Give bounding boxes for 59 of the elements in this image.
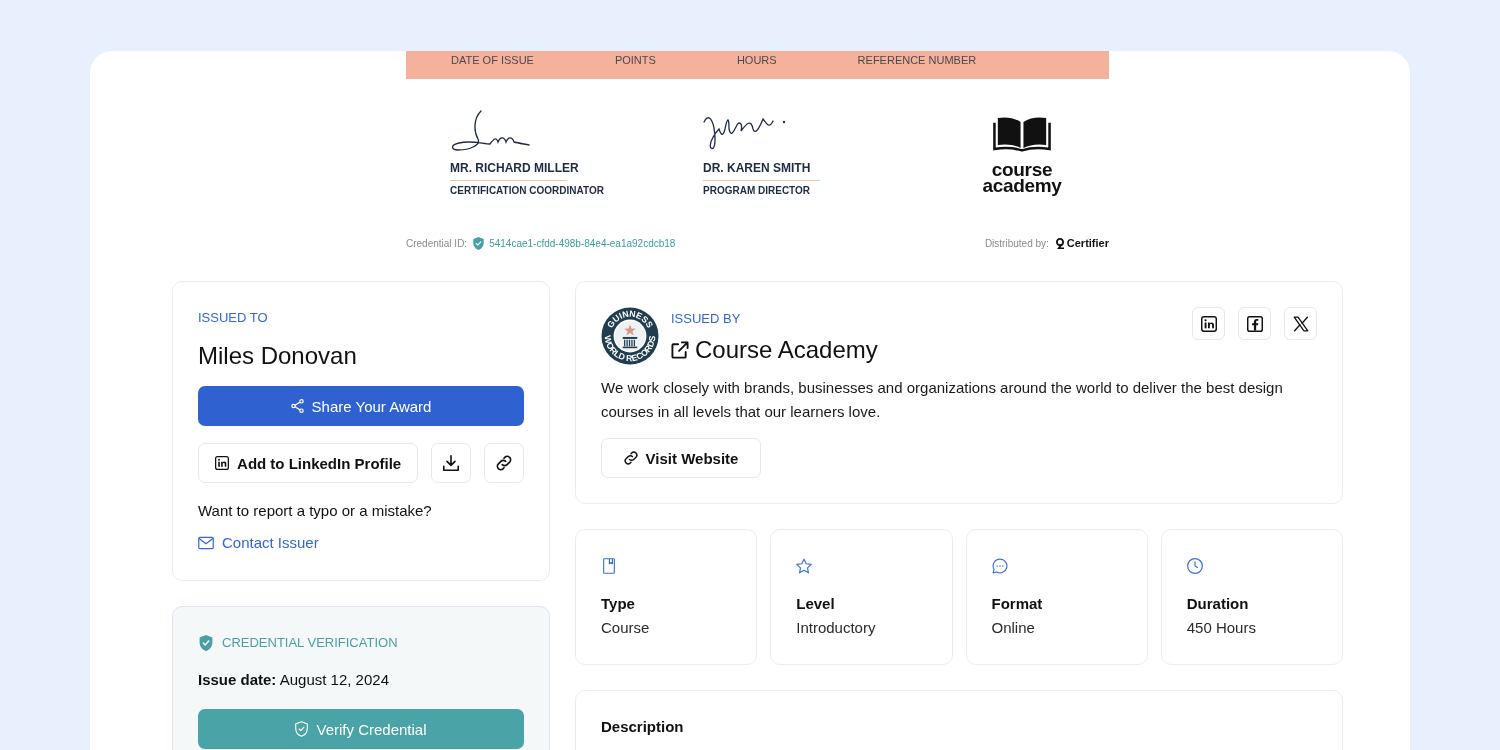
link-icon <box>496 455 513 471</box>
external-link-icon <box>671 341 689 359</box>
column-label: REFERENCE NUMBER <box>857 54 977 68</box>
section-label: ISSUED TO <box>198 310 268 326</box>
add-to-profile-button[interactable]: Add to LinkedIn Profile <box>198 443 419 483</box>
logo-wordmark: course academy <box>982 162 1062 194</box>
credential-id-link[interactable]: 5414cae1-cfdd-498b-84e4-ea1a92cdcb18 <box>489 237 676 250</box>
x-button[interactable] <box>1284 307 1317 340</box>
contact-issuer-link[interactable]: Contact Issuer <box>198 533 319 553</box>
link-icon <box>623 451 638 465</box>
shield-check-icon <box>473 237 485 250</box>
download-button[interactable] <box>431 443 472 483</box>
brand-name: Certifier <box>1066 237 1109 250</box>
shield-check-icon <box>295 721 309 737</box>
signatory-name: MR. RICHARD MILLER <box>450 161 579 175</box>
copy-link-button[interactable] <box>484 443 524 483</box>
issuer-description: We work closely with brands, businesses and organizations around the world to deliver the best design courses in all levels that our learners love. <box>601 378 1284 422</box>
linkedin-icon <box>1200 315 1217 332</box>
linkedin-icon <box>215 456 230 470</box>
column-label: DATE OF ISSUE <box>451 54 534 68</box>
star-icon <box>796 558 813 574</box>
linkedin-button[interactable] <box>1192 307 1225 340</box>
signatory-role: PROGRAM DIRECTOR <box>703 185 811 197</box>
detail-label: Type <box>601 594 635 614</box>
credential-id-label: Credential ID: <box>406 237 468 250</box>
detail-label: Duration <box>1186 594 1249 614</box>
logo-mark-icon <box>1054 237 1065 250</box>
detail-value: Course <box>601 618 650 638</box>
detail-value: 450 Hours <box>1186 618 1256 638</box>
visit-website-button[interactable]: Visit Website <box>601 438 761 478</box>
signatory-role: CERTIFICATION COORDINATOR <box>450 185 604 197</box>
signatory-name: DR. KAREN SMITH <box>703 161 811 175</box>
facebook-button[interactable] <box>1238 307 1271 340</box>
description-heading: Description <box>601 718 684 735</box>
detail-label: Level <box>796 594 835 614</box>
column-label: POINTS <box>614 54 656 68</box>
section-label: ISSUED BY <box>671 311 741 327</box>
book-icon <box>601 558 617 574</box>
x-logo-icon <box>1292 315 1309 332</box>
download-icon <box>443 455 460 471</box>
recipient-name: Miles Donovan <box>198 341 357 371</box>
detail-label: Format <box>991 594 1043 614</box>
clock-icon <box>1186 558 1203 574</box>
share-icon <box>290 399 304 413</box>
column-label: HOURS <box>736 54 777 68</box>
chat-bubble-icon <box>991 558 1008 574</box>
verify-button[interactable]: Verify Credential <box>198 709 524 749</box>
report-prompt: Want to report a typo or a mistake? <box>198 501 432 521</box>
issue-date: Issue date: August 12, 2024 <box>198 670 389 690</box>
section-label: CREDENTIAL VERIFICATION <box>222 635 398 651</box>
mail-icon <box>198 535 214 551</box>
detail-value: Online <box>991 618 1035 638</box>
shield-check-icon <box>198 635 214 651</box>
share-button[interactable]: Share Your Award <box>198 386 524 426</box>
open-book-logo-icon <box>993 115 1051 152</box>
facebook-icon <box>1246 315 1263 332</box>
issuer-name-link[interactable]: Course Academy <box>671 335 878 365</box>
distributed-by-label: Distributed by: <box>984 237 1049 250</box>
detail-value: Introductory <box>796 618 876 638</box>
